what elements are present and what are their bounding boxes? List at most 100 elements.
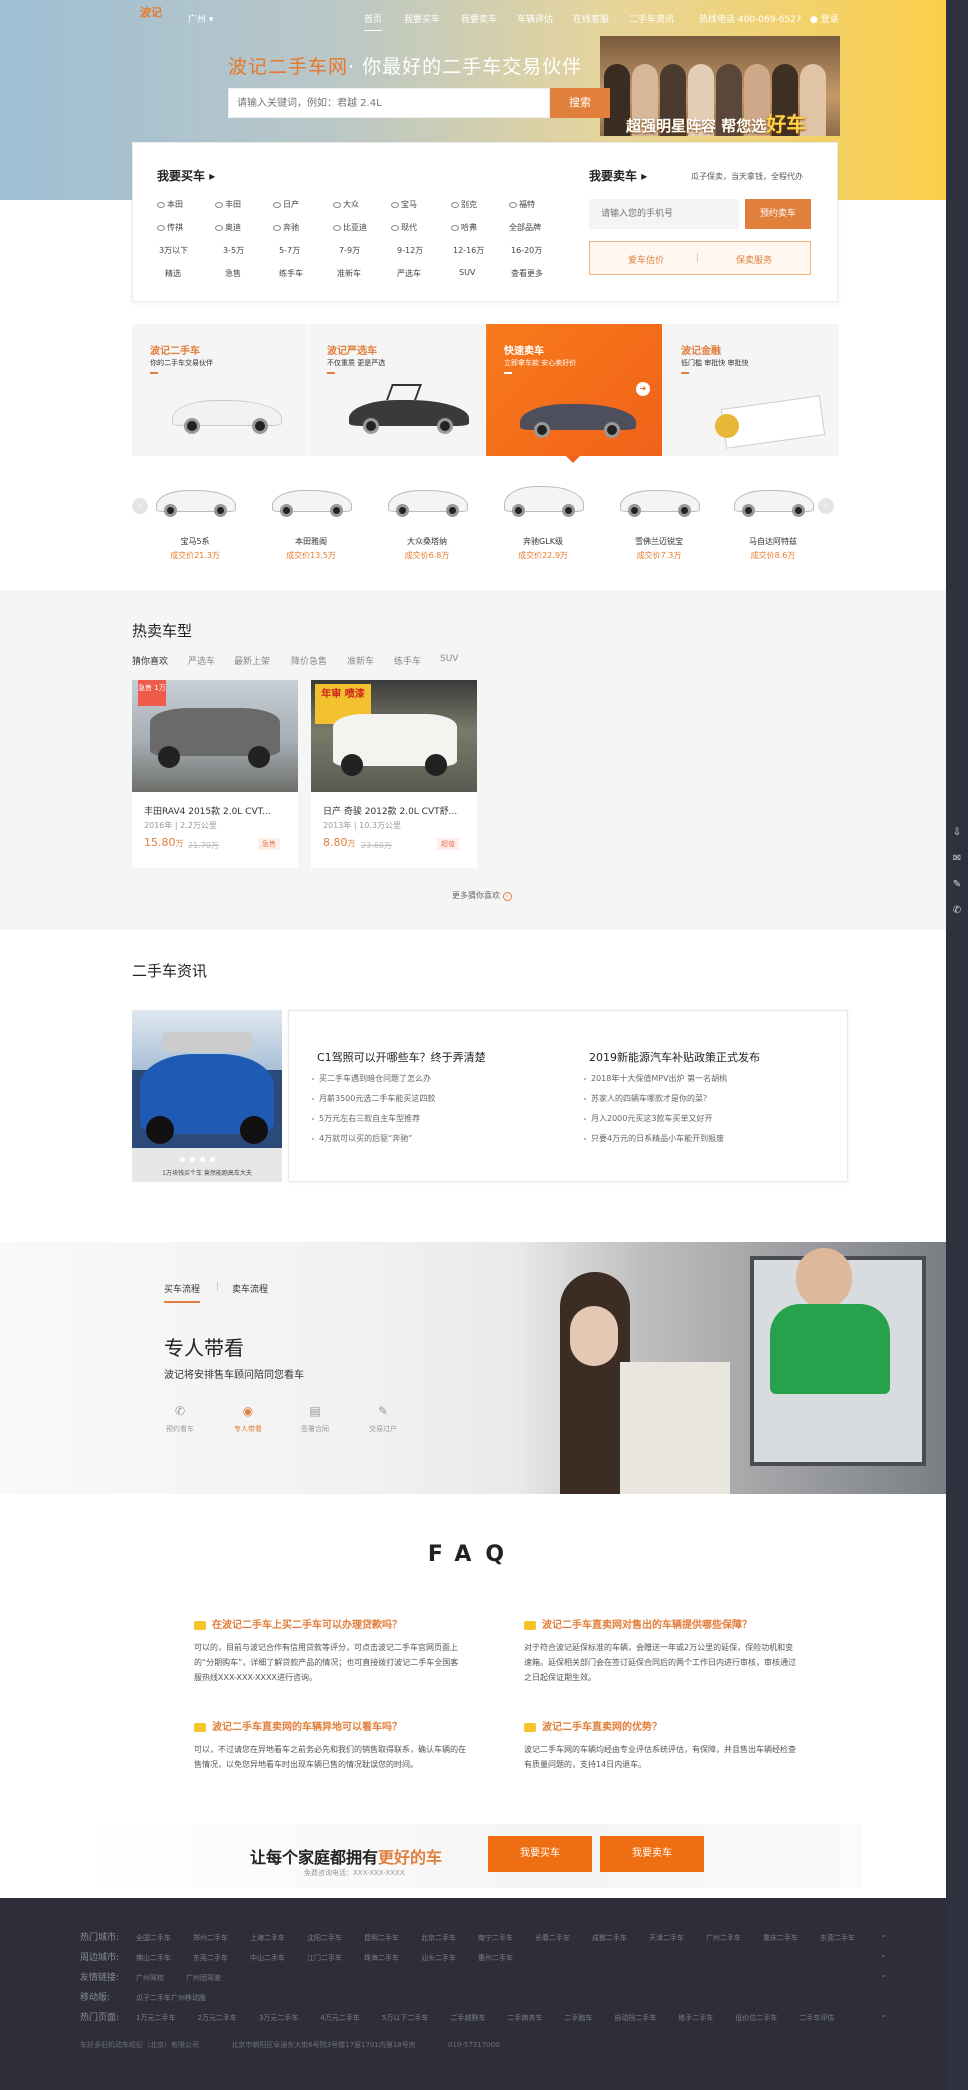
- footer-link[interactable]: 2万元二手车: [197, 2013, 236, 2023]
- footer-link[interactable]: 广州驾校: [136, 1973, 164, 1983]
- tab-starter[interactable]: 练手车: [394, 654, 421, 667]
- brand-ford[interactable]: 福特: [509, 199, 535, 210]
- footer-link[interactable]: 惠州二手车: [478, 1953, 513, 1963]
- footer-link[interactable]: 4万元二手车: [320, 2013, 359, 2023]
- news-item[interactable]: 买二手车遇到暗仓问题了怎么办: [312, 1073, 431, 1084]
- logo[interactable]: 波记: [140, 7, 162, 28]
- see-more-link[interactable]: 查看更多: [511, 268, 543, 279]
- footer-link[interactable]: 二手商务车: [507, 2013, 542, 2023]
- appoint-sell-button[interactable]: 预约卖车: [745, 199, 811, 229]
- carousel-prev-button[interactable]: ‹: [132, 498, 148, 514]
- footer-link[interactable]: 二手越野车: [450, 2013, 485, 2023]
- footer-link[interactable]: 郑州二手车: [193, 1933, 228, 1943]
- footer-link[interactable]: 江门二手车: [307, 1953, 342, 1963]
- type-filter[interactable]: 精选: [165, 268, 181, 279]
- sold-car-item[interactable]: 本田雅阁 成交价13.5万: [266, 484, 356, 564]
- footer-link[interactable]: 长春二手车: [535, 1933, 570, 1943]
- tab-selected[interactable]: 严选车: [188, 654, 215, 667]
- tab-guess-you-like[interactable]: 猜你喜欢: [132, 654, 168, 667]
- footer-link[interactable]: 北京二手车: [421, 1933, 456, 1943]
- nav-news[interactable]: 二手车资讯: [629, 12, 674, 25]
- brand-nissan[interactable]: 日产: [273, 199, 299, 210]
- type-filter[interactable]: 准新车: [337, 268, 361, 279]
- brand-buick[interactable]: 别克: [451, 199, 477, 210]
- car-card[interactable]: 年审 喷漆 日产 奇骏 2012款 2.0L CVT舒... 2013年 | 1…: [311, 680, 477, 868]
- news-item[interactable]: 只要4万元的日系精品小车能开到报废: [583, 1133, 724, 1144]
- sold-car-item[interactable]: 奔驰GLK级 成交价22.9万: [498, 484, 588, 564]
- tab-suv[interactable]: SUV: [440, 654, 458, 664]
- brand-honda[interactable]: 本田: [157, 199, 183, 210]
- faq-question[interactable]: 波记二手车直卖网对售出的车辆提供哪些保障？: [524, 1616, 752, 1631]
- city-selector[interactable]: 广州 ▾: [188, 12, 213, 25]
- type-filter[interactable]: 急售: [225, 268, 241, 279]
- step-transfer[interactable]: ✎ 交易过户: [358, 1404, 408, 1434]
- price-filter[interactable]: 7-9万: [339, 245, 360, 256]
- brand-audi[interactable]: 奥迪: [215, 222, 241, 233]
- price-filter[interactable]: 3-5万: [223, 245, 244, 256]
- cta-buy-button[interactable]: 我要买车: [488, 1836, 592, 1872]
- car-card[interactable]: 急售 1万 丰田RAV4 2015款 2.0L CVT... 2016年 | 2…: [132, 680, 298, 868]
- search-input[interactable]: [229, 89, 539, 117]
- footer-link[interactable]: 二手跑车: [564, 2013, 592, 2023]
- all-brands-link[interactable]: 全部品牌: [509, 222, 541, 233]
- footer-link[interactable]: 东莞二手车: [820, 1933, 855, 1943]
- footer-link[interactable]: 上海二手车: [250, 1933, 285, 1943]
- footer-link[interactable]: 天津二手车: [649, 1933, 684, 1943]
- news-headline[interactable]: C1驾照可以开哪些车？终于弄清楚: [317, 1049, 486, 1065]
- brand-byd[interactable]: 比亚迪: [333, 222, 367, 233]
- nav-home[interactable]: 首页: [364, 12, 383, 31]
- login-link[interactable]: ● 登录: [810, 12, 839, 25]
- brand-hyundai[interactable]: 现代: [391, 222, 417, 233]
- sold-car-item[interactable]: 大众桑塔纳 成交价6.8万: [382, 484, 472, 564]
- price-filter[interactable]: 16-20万: [511, 245, 542, 256]
- footer-link[interactable]: 汕头二手车: [421, 1953, 456, 1963]
- footer-link[interactable]: 瓜子二手车广州移动版: [136, 1993, 206, 2003]
- type-filter[interactable]: 严选车: [397, 268, 421, 279]
- brand-benz[interactable]: 奔驰: [273, 222, 299, 233]
- nav-buy-car[interactable]: 我要买车: [404, 12, 440, 25]
- faq-question[interactable]: 在波记二手车上买二手车可以办理贷款吗？: [194, 1616, 402, 1631]
- footer-link[interactable]: 自动挡二手车: [614, 2013, 656, 2023]
- price-filter[interactable]: 3万以下: [159, 245, 188, 256]
- type-filter[interactable]: 练手车: [279, 268, 303, 279]
- edit-icon[interactable]: ✎: [950, 878, 964, 892]
- sold-car-item[interactable]: 宝马5系 成交价21.3万: [150, 484, 240, 564]
- news-item[interactable]: 月入2000元买这3款车买单又好开: [583, 1113, 712, 1124]
- download-icon[interactable]: ⇩: [950, 826, 964, 840]
- carousel-next-button[interactable]: ›: [818, 498, 834, 514]
- footer-link[interactable]: 成都二手车: [592, 1933, 627, 1943]
- phone-icon[interactable]: ✆: [950, 904, 964, 918]
- tab-buy-flow[interactable]: 买车流程: [164, 1282, 201, 1303]
- chat-icon[interactable]: ✉: [950, 852, 964, 866]
- news-item[interactable]: 苏家人的四辆车哪款才是你的菜？: [584, 1093, 711, 1104]
- footer-link[interactable]: 全国二手车: [136, 1933, 171, 1943]
- price-filter[interactable]: 12-16万: [453, 245, 484, 256]
- footer-link[interactable]: 佛山二手车: [136, 1953, 171, 1963]
- news-item[interactable]: 月薪3500元选二手车能买这四款: [311, 1093, 435, 1104]
- footer-link[interactable]: 5万以下二手车: [382, 2013, 428, 2023]
- footer-link[interactable]: 二手车评估: [799, 2013, 834, 2023]
- sold-car-item[interactable]: 马自达阿特兹 成交价8.6万: [728, 484, 818, 564]
- footer-link[interactable]: 重庆二手车: [763, 1933, 798, 1943]
- buy-car-title[interactable]: 我要买车 ▸: [157, 167, 215, 184]
- footer-link[interactable]: 中山二手车: [250, 1953, 285, 1963]
- type-filter[interactable]: SUV: [459, 268, 475, 277]
- service-card-finance[interactable]: 波记金融 低门槛 审批快 审批快: [663, 324, 839, 456]
- brand-haval[interactable]: 哈弗: [451, 222, 477, 233]
- sell-car-title[interactable]: 我要卖车 ▸: [589, 167, 647, 184]
- estimate-link[interactable]: 爱车估价: [628, 253, 664, 266]
- phone-input[interactable]: [589, 199, 739, 229]
- nav-online-service[interactable]: 在线客服: [573, 12, 609, 25]
- brand-toyota[interactable]: 丰田: [215, 199, 241, 210]
- celebrity-banner[interactable]: 超强明星阵容 帮您选好车: [600, 36, 840, 136]
- footer-link[interactable]: 广州团驾驶: [186, 1973, 221, 1983]
- cta-sell-button[interactable]: 我要卖车: [600, 1836, 704, 1872]
- news-item[interactable]: 5万元左右三款自主车型推荐: [311, 1113, 420, 1124]
- nav-valuation[interactable]: 车辆评估: [517, 12, 553, 25]
- news-image[interactable]: 1万块钱买个车 竟然能跑高车大夫: [132, 1010, 282, 1182]
- service-card-selected[interactable]: 波记严选车 不仅重质 更是严选: [309, 324, 485, 456]
- footer-link[interactable]: 3万元二手车: [259, 2013, 298, 2023]
- brand-trumpchi[interactable]: 传祺: [157, 222, 183, 233]
- faq-question[interactable]: 波记二手车直卖网的优势？: [524, 1718, 662, 1733]
- footer-link[interactable]: 练手二手车: [678, 2013, 713, 2023]
